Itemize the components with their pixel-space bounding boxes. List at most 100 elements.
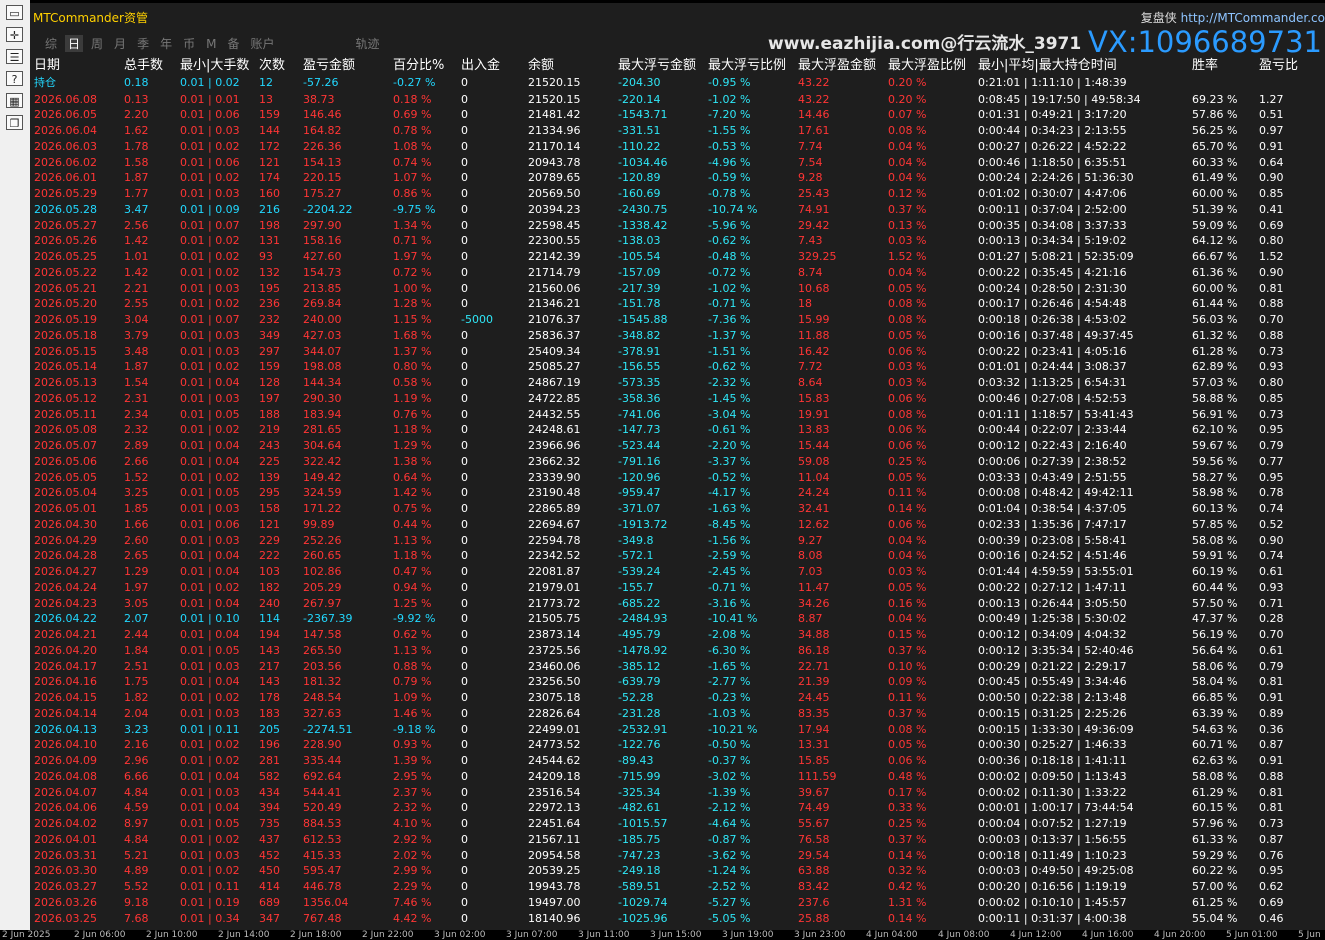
row-cell: 0.01 | 0.02 [180, 738, 240, 752]
table-row: 2026.03.30 4.89 0.01 | 0.02 450 595.47 2.99 %… [30, 863, 1325, 879]
help-icon[interactable]: ? [6, 71, 23, 86]
row-cell: 0:00:01 | 1:00:17 | 73:44:54 [978, 801, 1134, 815]
row-cell: -220.14 [618, 92, 661, 106]
row-cell: 0:00:13 | 0:26:44 | 3:05:50 [978, 596, 1127, 610]
row-cell: 0 [461, 234, 468, 248]
row-cell: 0 [461, 155, 468, 169]
row-cell: 0.14 % [888, 502, 927, 515]
row-cell: 394 [259, 801, 280, 815]
row-date: 2026.05.26 [34, 234, 97, 248]
row-cell: 0.69 [1259, 895, 1284, 909]
tab-8[interactable]: 备 [224, 35, 242, 52]
row-cell: 0 [461, 565, 468, 578]
grid-icon[interactable]: ▦ [6, 93, 23, 108]
table-row: 2026.04.10 2.16 0.01 | 0.02 196 228.90 0.93 %… [30, 737, 1325, 753]
row-cell: 22142.39 [528, 250, 581, 263]
row-cell: 2.95 % [393, 769, 432, 783]
table-row: 2026.04.22 2.07 0.01 | 0.10 114 -2367.39 -9.9… [30, 611, 1325, 627]
table-row: 2026.05.11 2.34 0.01 | 0.05 188 183.94 0.76 %… [30, 407, 1325, 423]
row-cell: 0 [461, 801, 468, 815]
row-cell: 13.31 [798, 738, 830, 752]
row-cell: 226.36 [303, 139, 342, 153]
row-cell: 15.83 [798, 391, 830, 405]
row-cell: 0 [461, 722, 468, 736]
row-cell: 0.62 % [393, 628, 432, 641]
row-cell: -331.51 [618, 124, 661, 137]
row-cell: 2.92 % [393, 832, 432, 846]
row-cell: -0.59 % [708, 171, 751, 185]
row-cell: 0:01:27 | 5:08:21 | 52:35:09 [978, 250, 1134, 263]
row-cell: 0:01:04 | 0:38:54 | 4:37:05 [978, 502, 1127, 515]
row-cell: 0.01 | 0.04 [180, 565, 240, 578]
row-cell: 0.81 [1259, 675, 1284, 689]
row-cell: 2.65 [124, 549, 149, 563]
row-cell: 0.01 | 0.02 [180, 754, 240, 767]
row-cell: 0.80 % [393, 360, 432, 374]
row-cell: 4.42 % [393, 911, 432, 925]
tab-10[interactable]: 轨迹 [353, 35, 383, 52]
row-cell: 0 [461, 391, 468, 405]
row-cell: 4.84 [124, 785, 149, 799]
tab-3[interactable]: 月 [111, 35, 129, 52]
row-cell: 57.50 % [1192, 596, 1238, 610]
row-cell: -105.54 [618, 250, 661, 263]
row-cell: 74.49 [798, 801, 830, 815]
row-cell: 0.85 [1259, 391, 1284, 405]
row-cell: -7.20 % [708, 108, 751, 122]
window-icon[interactable]: ▭ [6, 5, 23, 20]
right-link[interactable]: 复盘侠 http://MTCommander.co [1141, 9, 1325, 26]
row-cell: 59.67 % [1192, 439, 1238, 452]
row-cell: 5.21 [124, 848, 149, 862]
table-row: 2026.04.17 2.51 0.01 | 0.03 217 203.56 0.88 %… [30, 659, 1325, 675]
right-url[interactable]: http://MTCommander.co [1181, 11, 1325, 25]
row-cell: 22972.13 [528, 801, 581, 815]
row-cell: 0:00:16 | 0:24:52 | 4:51:46 [978, 549, 1127, 563]
tab-9[interactable]: 账户 [247, 35, 277, 52]
row-cell: 205.29 [303, 580, 342, 594]
right-label[interactable]: 复盘侠 [1141, 11, 1177, 25]
tab-6[interactable]: 币 [180, 35, 198, 52]
row-date: 2026.05.11 [34, 407, 97, 421]
tab-5[interactable]: 年 [157, 35, 175, 52]
row-cell: 43.22 [798, 92, 830, 106]
row-cell: 11.88 [798, 328, 830, 342]
row-cell: 0 [461, 376, 468, 389]
row-cell: 1.39 % [393, 754, 432, 767]
row-cell: -5.96 % [708, 218, 751, 232]
row-date: 2026.05.08 [34, 423, 97, 437]
tab-0[interactable]: 综 [42, 35, 60, 52]
row-cell: -2.59 % [708, 549, 751, 563]
tab-4[interactable]: 季 [134, 35, 152, 52]
row-cell: -10.41 % [708, 612, 758, 626]
holding-cell: 43.22 [798, 76, 830, 89]
crosshair-icon[interactable]: ✛ [6, 27, 23, 42]
row-cell: 24432.55 [528, 407, 581, 421]
row-cell: 219 [259, 423, 280, 437]
time-tick: 5 Jun 01:00 [1226, 930, 1278, 940]
row-cell: 9.18 [124, 895, 149, 909]
tab-1[interactable]: 日 [65, 35, 84, 52]
row-cell: 327.63 [303, 706, 342, 720]
list-icon[interactable]: ☰ [6, 49, 23, 64]
row-cell: -0.53 % [708, 139, 751, 153]
tab-2[interactable]: 周 [88, 35, 106, 52]
row-cell: 0 [461, 659, 468, 673]
row-cell: 58.08 % [1192, 533, 1238, 547]
row-cell: 0.81 [1259, 785, 1284, 799]
table-row: 2026.05.08 2.32 0.01 | 0.02 219 281.65 1.18 %… [30, 422, 1325, 438]
row-cell: 213.85 [303, 281, 342, 295]
row-cell: 21560.06 [528, 281, 581, 295]
table-row: 2026.05.27 2.56 0.01 | 0.07 198 297.90 1.34 %… [30, 218, 1325, 234]
row-cell: -1543.71 [618, 108, 668, 122]
row-cell: 0 [461, 454, 468, 468]
row-cell: 0:00:15 | 1:33:30 | 49:36:09 [978, 722, 1134, 736]
row-cell: 297 [259, 344, 280, 358]
tab-7[interactable]: M [203, 37, 219, 51]
holding-row: 持仓 0.18 0.01 | 0.02 12 -57.26 -0.27 % 0 21520.1… [30, 75, 1325, 91]
row-cell: 0:00:22 | 0:27:12 | 1:47:11 [978, 580, 1127, 594]
restore-icon[interactable]: ❐ [6, 115, 23, 130]
row-cell: 1.18 % [393, 549, 432, 563]
row-cell: 0:00:46 | 0:27:08 | 4:52:53 [978, 391, 1127, 405]
row-cell: 1.08 % [393, 139, 432, 153]
row-cell: 595.47 [303, 864, 342, 878]
